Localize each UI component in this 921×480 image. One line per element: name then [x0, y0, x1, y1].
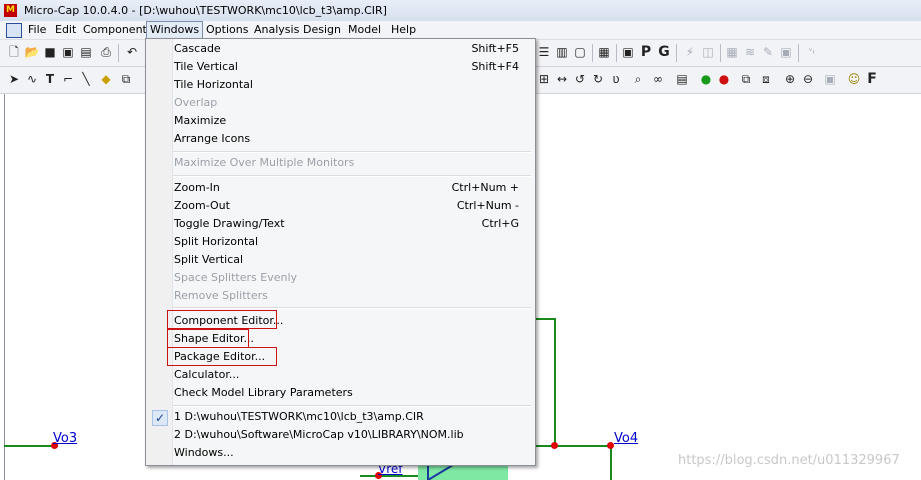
tile-view-icon[interactable]: ▥ — [554, 44, 570, 60]
wire — [610, 445, 612, 480]
menu-item-maximize[interactable]: Maximize — [173, 112, 531, 130]
menu-item-windows-list[interactable]: Windows... — [173, 444, 531, 462]
menu-item-overlap: Overlap — [174, 96, 218, 109]
wave-icon[interactable]: ≋ — [742, 44, 758, 60]
node-dot — [551, 442, 558, 449]
menu-separator — [173, 175, 531, 177]
save-all-icon[interactable]: ▣ — [60, 44, 76, 60]
menu-gutter — [146, 39, 173, 465]
menu-item-space-splitters: Space Splitters Evenly — [174, 271, 298, 284]
wave-tool-icon[interactable]: ∿ — [24, 71, 40, 87]
wire — [554, 318, 556, 448]
green-run-icon[interactable]: ● — [698, 71, 714, 87]
windows-menu-dropdown: Cascade Shift+F5 Tile Vertical Shift+F4 Ti… — [145, 38, 536, 466]
new-file-icon[interactable]: 🗋 — [6, 44, 22, 60]
watermark: https://blog.csdn.net/u011329967 — [678, 453, 900, 468]
menu-edit[interactable]: Edit — [52, 23, 79, 37]
menu-analysis[interactable]: Analysis — [251, 23, 302, 37]
wire — [534, 445, 612, 447]
menu-design[interactable]: Design — [300, 23, 344, 37]
menu-item-calculator[interactable]: Calculator... — [173, 366, 531, 384]
menu-help[interactable]: Help — [388, 23, 419, 37]
vt-icon[interactable]: ᵛₜ — [804, 44, 820, 60]
diamond-icon[interactable]: ◆ — [98, 71, 114, 87]
undo-icon[interactable]: ↶ — [124, 44, 140, 60]
help-icon[interactable]: ☺ — [846, 71, 862, 87]
find-icon[interactable]: ⌕ — [630, 71, 646, 87]
menu-item-tile-horizontal[interactable]: Tile Horizontal — [173, 76, 531, 94]
menu-model[interactable]: Model — [345, 23, 384, 37]
f-icon[interactable]: F — [864, 71, 880, 87]
system-menu-icon[interactable] — [6, 23, 22, 38]
grid-icon[interactable]: ▦ — [724, 44, 740, 60]
menu-item-split-horizontal[interactable]: Split Horizontal — [173, 233, 531, 251]
menu-windows[interactable]: Windows — [146, 21, 204, 39]
pen-icon[interactable]: ✎ — [760, 44, 776, 60]
menu-item-toggle-drawing-text[interactable]: Toggle Drawing/Text Ctrl+G — [173, 215, 531, 233]
g-icon[interactable]: G — [656, 44, 672, 60]
menu-item-recent-window-2[interactable]: 2 D:\wuhou\Software\MicroCap v10\LIBRARY… — [173, 426, 531, 444]
highlight-box-shape-editor — [167, 329, 249, 348]
p-icon[interactable]: P — [638, 44, 654, 60]
save-icon[interactable]: ■ — [42, 44, 58, 60]
line-tool-icon[interactable]: ╲ — [78, 71, 94, 87]
menu-separator — [173, 151, 531, 153]
net-label-vo4[interactable]: Vo4 — [614, 431, 638, 446]
net-label-vo3[interactable]: Vo3 — [53, 431, 77, 446]
menu-component[interactable]: Component — [80, 23, 150, 37]
highlight-box-component-editor — [167, 310, 277, 329]
fit-icon[interactable]: ▣ — [822, 71, 838, 87]
print-preview-icon[interactable]: ▤ — [78, 44, 94, 60]
copy-icon[interactable]: ⧉ — [738, 71, 754, 87]
rotate-left-icon[interactable]: ↺ — [572, 71, 588, 87]
wire-tool-icon[interactable]: ⌐ — [60, 71, 76, 87]
menu-file[interactable]: File — [25, 23, 49, 37]
node-dot — [607, 442, 614, 449]
window-title: Micro-Cap 10.0.4.0 - [D:\wuhou\TESTWORK\… — [24, 4, 387, 17]
menu-item-check-model-library[interactable]: Check Model Library Parameters — [173, 384, 531, 402]
zoom-out-icon[interactable]: ⊖ — [800, 71, 816, 87]
grid-view-icon[interactable]: ☰ — [536, 44, 552, 60]
menu-item-cascade[interactable]: Cascade Shift+F5 — [173, 40, 531, 58]
info-icon[interactable]: ▤ — [674, 71, 690, 87]
menu-item-tile-vertical[interactable]: Tile Vertical Shift+F4 — [173, 58, 531, 76]
binoculars-icon[interactable]: ∞ — [650, 71, 666, 87]
print-icon[interactable]: ⎙ — [98, 44, 114, 60]
rotate-icon[interactable]: ↔ — [554, 71, 570, 87]
select-arrow-icon[interactable]: ➤ — [6, 71, 22, 87]
check-icon: ✓ — [152, 410, 168, 426]
flip-h-icon[interactable]: ⊞ — [536, 71, 552, 87]
menu-item-zoom-in[interactable]: Zoom-In Ctrl+Num + — [173, 179, 531, 197]
cap-icon[interactable]: ▣ — [778, 44, 794, 60]
properties-icon[interactable]: ▣ — [620, 44, 636, 60]
draw-tool-icon[interactable]: ⧉ — [118, 71, 134, 87]
menu-item-split-vertical[interactable]: Split Vertical — [173, 251, 531, 269]
menu-options[interactable]: Options — [203, 23, 251, 37]
paste-icon[interactable]: ⧈ — [758, 71, 774, 87]
scope-icon[interactable]: ◫ — [700, 44, 716, 60]
title-bar: M Micro-Cap 10.0.4.0 - [D:\wuhou\TESTWOR… — [0, 0, 921, 22]
highlight-box-package-editor — [167, 347, 277, 366]
menu-item-zoom-out[interactable]: Zoom-Out Ctrl+Num - — [173, 197, 531, 215]
rotate-right-icon[interactable]: ↻ — [590, 71, 606, 87]
menu-separator — [173, 405, 531, 407]
calculator-icon[interactable]: ▦ — [596, 44, 612, 60]
menu-separator — [173, 307, 531, 309]
wire — [534, 318, 556, 320]
menu-item-arrange-icons[interactable]: Arrange Icons — [173, 130, 531, 148]
text-tool-icon[interactable]: T — [42, 71, 58, 87]
split-view-icon[interactable]: ▢ — [572, 44, 588, 60]
wire — [4, 445, 58, 447]
menu-item-remove-splitters: Remove Splitters — [174, 289, 268, 302]
menu-item-recent-window-1[interactable]: 1 D:\wuhou\TESTWORK\mc10\lcb_t3\amp.CIR — [173, 408, 531, 426]
zoom-in-icon[interactable]: ⊕ — [782, 71, 798, 87]
menu-item-maximize-multi-monitors: Maximize Over Multiple Monitors — [174, 156, 355, 169]
probe-icon[interactable]: ⚡ — [682, 44, 698, 60]
red-stop-icon[interactable]: ● — [716, 71, 732, 87]
mirror-icon[interactable]: ʋ — [608, 71, 624, 87]
open-folder-icon[interactable]: 📂 — [24, 44, 40, 60]
app-icon: M — [4, 4, 17, 17]
